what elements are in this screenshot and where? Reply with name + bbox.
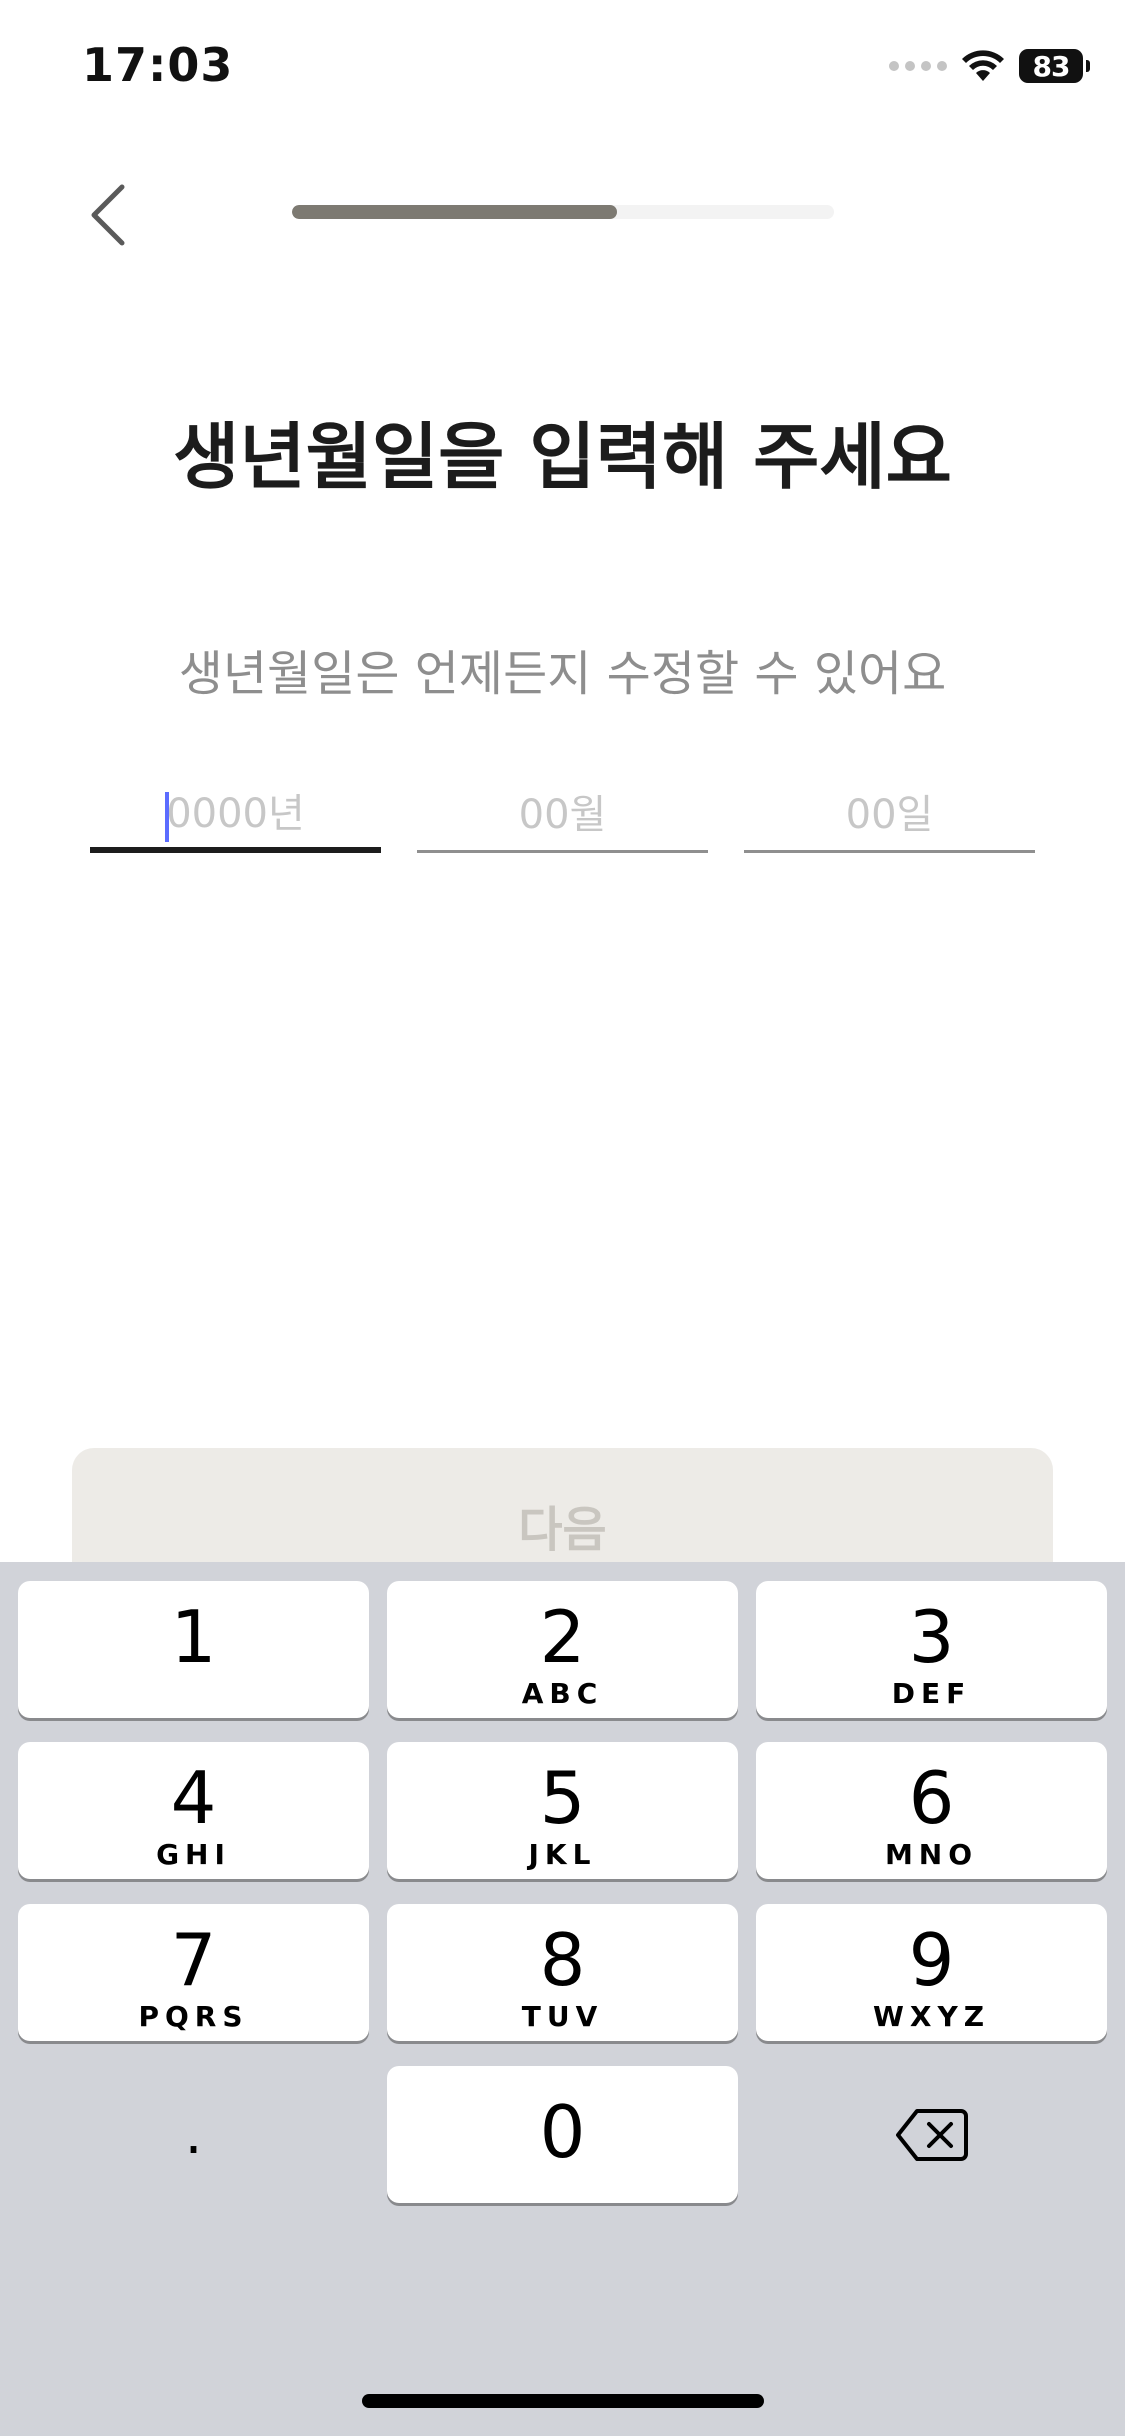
backspace-icon (895, 2108, 968, 2161)
key-digit: 1 (170, 1595, 217, 1679)
key-digit: 7 (170, 1918, 217, 2002)
key-digit: 6 (908, 1756, 955, 1840)
month-field[interactable] (417, 780, 708, 853)
key-6[interactable]: 6 MNO (756, 1742, 1107, 1879)
progress-fill (292, 205, 618, 219)
delete-key[interactable] (756, 2066, 1107, 2203)
home-indicator[interactable] (362, 2394, 764, 2408)
key-letters: JKL (528, 1838, 597, 1871)
key-2[interactable]: 2 ABC (387, 1581, 738, 1718)
key-digit: 8 (539, 1918, 586, 2002)
cellular-signal-icon (889, 61, 947, 71)
status-indicators: 83 (889, 46, 1090, 86)
key-digit: 4 (170, 1756, 217, 1840)
day-input[interactable] (744, 791, 1035, 839)
key-letters: PQRS (138, 2000, 249, 2033)
year-input[interactable] (90, 789, 381, 838)
page-title: 생년월일을 입력해 주세요 (173, 415, 952, 499)
key-5[interactable]: 5 JKL (387, 1742, 738, 1879)
key-digit: 3 (908, 1595, 955, 1679)
battery-icon: 83 (1019, 49, 1090, 83)
key-digit: 5 (539, 1756, 586, 1840)
key-letters: DEF (891, 1677, 972, 1710)
status-time: 17:03 (82, 38, 234, 92)
key-1[interactable]: 1 (18, 1581, 369, 1718)
page-subtitle: 생년월일은 언제든지 수정할 수 있어요 (178, 646, 947, 702)
key-letters: GHI (156, 1838, 231, 1871)
key-digit: 9 (908, 1918, 955, 2002)
key-8[interactable]: 8 TUV (387, 1904, 738, 2041)
text-caret (165, 792, 169, 842)
wifi-icon (962, 50, 1004, 81)
key-letters: ABC (521, 1677, 604, 1710)
back-button[interactable] (80, 175, 136, 255)
year-field[interactable] (90, 780, 381, 853)
key-letters: TUV (521, 2000, 604, 2033)
chevron-left-icon (91, 184, 125, 246)
battery-level: 83 (1032, 49, 1071, 83)
key-4[interactable]: 4 GHI (18, 1742, 369, 1879)
key-digit: 0 (539, 2090, 586, 2174)
key-dot-label: . (184, 2101, 203, 2167)
day-field[interactable] (744, 780, 1035, 853)
key-7[interactable]: 7 PQRS (18, 1904, 369, 2041)
key-dot[interactable]: . (18, 2066, 369, 2203)
key-digit: 2 (539, 1595, 586, 1679)
progress-bar (292, 205, 834, 219)
key-letters: MNO (884, 1838, 979, 1871)
numeric-keypad: 1 2 ABC 3 DEF 4 GHI 5 JKL 6 MNO 7 PQRS 8… (0, 1562, 1125, 2436)
key-letters: WXYZ (872, 2000, 991, 2033)
key-0[interactable]: 0 (387, 2066, 738, 2203)
month-input[interactable] (417, 791, 708, 839)
key-9[interactable]: 9 WXYZ (756, 1904, 1107, 2041)
key-3[interactable]: 3 DEF (756, 1581, 1107, 1718)
